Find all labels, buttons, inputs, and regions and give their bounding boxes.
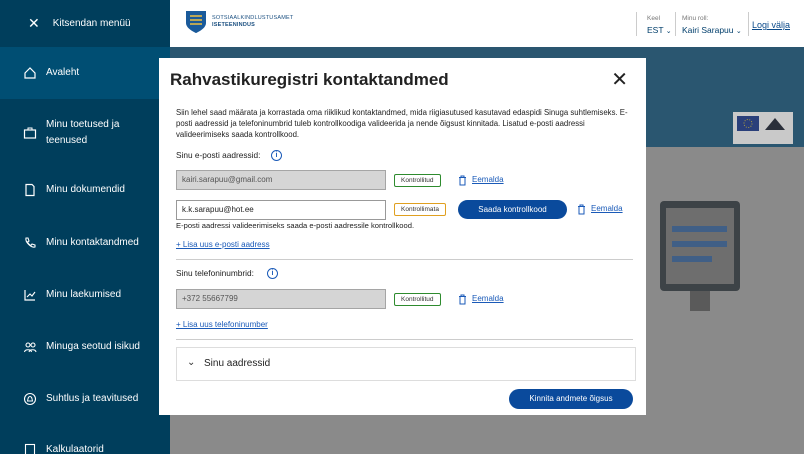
- sidebar-item-label: Minu kontaktandmed: [46, 237, 139, 248]
- home-icon: [22, 65, 38, 81]
- header-divider: [675, 12, 676, 36]
- section-divider: [176, 259, 633, 260]
- role-label: Minu roll:: [682, 15, 709, 22]
- language-value: EST: [647, 25, 664, 35]
- sidebar-item-label: Minuga seotud isikud: [46, 341, 140, 352]
- phone-field-1: +372 55667799: [176, 289, 386, 309]
- logout-link[interactable]: Logi välja: [752, 20, 790, 30]
- add-phone-link[interactable]: + Lisa uus telefoninumber: [176, 320, 268, 329]
- confirm-data-button[interactable]: Kinnita andmete õigsus: [509, 389, 633, 409]
- crest-icon: [186, 11, 206, 33]
- sidebar-item-home[interactable]: Avaleht: [0, 47, 170, 99]
- section-divider: [176, 339, 633, 340]
- language-label: Keel: [647, 15, 661, 22]
- sidebar-item-label: Avaleht: [46, 67, 80, 78]
- sidebar-item-benefits[interactable]: Minu toetused ja teenused: [0, 116, 150, 150]
- sidebar-item-notifications[interactable]: Suhtlus ja teavitused: [0, 391, 170, 407]
- phone-icon: [22, 235, 38, 251]
- addresses-accordion[interactable]: ⌄ Sinu aadressid: [176, 347, 636, 381]
- info-icon[interactable]: i: [267, 268, 278, 279]
- language-select[interactable]: EST ⌄: [647, 25, 672, 35]
- eu-funding-logo: [733, 112, 793, 144]
- sidebar-item-documents[interactable]: Minu dokumendid: [0, 182, 170, 198]
- document-icon: [22, 182, 38, 198]
- trash-icon[interactable]: [458, 294, 467, 305]
- sidebar-item-label: Kalkulaatorid: [46, 444, 104, 454]
- logo-line-2: ISETEENINDUS: [212, 22, 256, 28]
- phone-section-label: Sinu telefoninumbrid:: [176, 268, 254, 278]
- close-icon: ✕: [611, 69, 628, 91]
- collapse-menu-button[interactable]: ✕ Kitsendan menüü: [0, 0, 170, 47]
- top-header: SOTSIAALKINDLUSTUSAMET ISETEENINDUS Keel…: [170, 0, 804, 47]
- modal-intro-text: Siin lehel saad määrata ja korrastada om…: [176, 108, 628, 139]
- email-section-label: Sinu e-posti aadressid:: [176, 150, 261, 160]
- email-field-2[interactable]: k.k.sarapuu@hot.ee: [176, 200, 386, 220]
- remove-email-2-link[interactable]: Eemalda: [591, 204, 623, 213]
- people-icon: [22, 339, 38, 355]
- chart-icon: [22, 287, 38, 303]
- agency-logo[interactable]: SOTSIAALKINDLUSTUSAMET ISETEENINDUS: [185, 10, 293, 34]
- sidebar-item-related-persons[interactable]: Minuga seotud isikud: [0, 339, 170, 355]
- sidebar-item-label: Minu laekumised: [46, 289, 122, 300]
- sidebar-item-label: Minu dokumendid: [46, 184, 125, 195]
- trash-icon[interactable]: [458, 175, 467, 186]
- calculator-icon: [22, 442, 38, 454]
- sidebar-item-calculators[interactable]: Kalkulaatorid: [0, 442, 170, 454]
- role-value: Kairi Sarapuu: [682, 25, 734, 35]
- chevron-down-icon: ⌄: [665, 28, 672, 35]
- sidebar-item-label: Suhtlus ja teavitused: [46, 393, 139, 404]
- sidebar-item-receipts[interactable]: Minu laekumised: [0, 287, 170, 303]
- role-select[interactable]: Kairi Sarapuu ⌄: [682, 25, 742, 35]
- email-field-1: kairi.sarapuu@gmail.com: [176, 170, 386, 190]
- logo-line-1: SOTSIAALKINDLUSTUSAMET: [212, 15, 294, 21]
- chevron-down-icon: ⌄: [735, 28, 742, 35]
- briefcase-icon: [22, 125, 38, 141]
- chevron-down-icon: ⌄: [187, 357, 196, 368]
- sidebar-item-contacts[interactable]: Minu kontaktandmed: [0, 235, 170, 251]
- status-badge-verified: Kontrollitud: [394, 174, 441, 187]
- bell-icon: [22, 391, 38, 407]
- remove-phone-1-link[interactable]: Eemalda: [472, 294, 504, 303]
- close-icon: ✕: [28, 15, 40, 31]
- send-code-button[interactable]: Saada kontrollkood: [458, 200, 567, 219]
- email-helper-text: E-posti aadressi valideerimiseks saada e…: [176, 221, 415, 230]
- modal-title: Rahvastikuregistri kontaktandmed: [170, 70, 449, 89]
- modal-close-button[interactable]: ✕: [611, 70, 628, 90]
- addresses-label: Sinu aadressid: [204, 358, 271, 369]
- info-icon[interactable]: i: [271, 150, 282, 161]
- header-divider: [636, 12, 637, 36]
- status-badge-unverified: Kontrollimata: [394, 203, 446, 216]
- sidebar-item-label: Minu toetused ja teenused: [46, 119, 120, 146]
- collapse-menu-label: Kitsendan menüü: [52, 18, 131, 29]
- header-divider: [748, 12, 749, 36]
- add-email-link[interactable]: + Lisa uus e-posti aadress: [176, 240, 270, 249]
- trash-icon[interactable]: [577, 204, 586, 215]
- status-badge-verified: Kontrollitud: [394, 293, 441, 306]
- contact-details-modal: Rahvastikuregistri kontaktandmed ✕ Siin …: [159, 58, 646, 415]
- sidebar: ✕ Kitsendan menüü Avaleht Minu toetused …: [0, 0, 170, 454]
- illustration-image: [660, 201, 740, 311]
- remove-email-1-link[interactable]: Eemalda: [472, 175, 504, 184]
